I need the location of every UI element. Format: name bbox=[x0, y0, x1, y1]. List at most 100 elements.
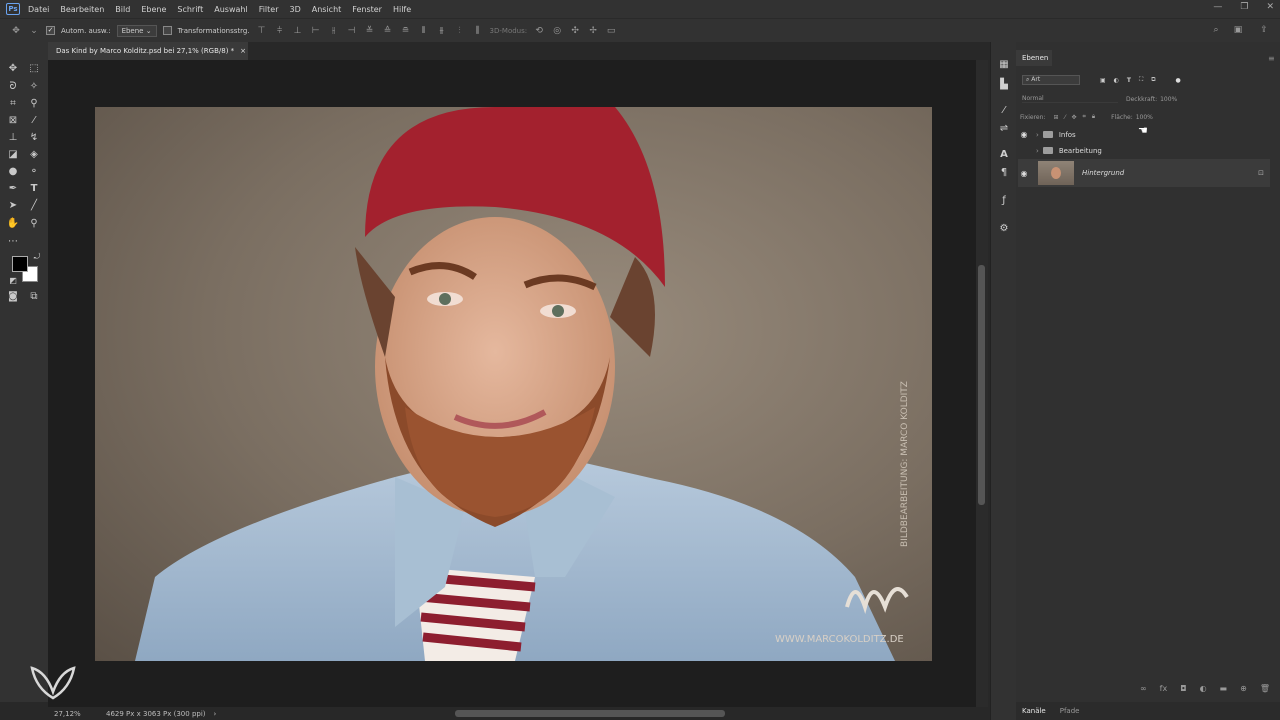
3d-roll-icon[interactable]: ◎ bbox=[551, 26, 563, 36]
menu-auswahl[interactable]: Auswahl bbox=[214, 5, 247, 14]
move-tool-icon[interactable]: ✥ bbox=[6, 62, 20, 76]
line-tool-icon[interactable]: ╱ bbox=[27, 199, 41, 213]
swap-colors-icon[interactable]: ⤾ bbox=[30, 250, 44, 264]
tab-pfade[interactable]: Pfade bbox=[1060, 707, 1080, 715]
visibility-eye-icon[interactable]: ◉ bbox=[1018, 169, 1030, 178]
filter-toggle-icon[interactable]: ● bbox=[1176, 77, 1181, 84]
align-bottom-icon[interactable]: ⊥ bbox=[292, 26, 304, 36]
more-tools-icon[interactable]: ⋯ bbox=[6, 235, 20, 249]
new-group-icon[interactable]: ▬ bbox=[1220, 684, 1228, 693]
blur-tool-icon[interactable]: ● bbox=[6, 165, 20, 179]
foreground-color-swatch[interactable] bbox=[12, 256, 28, 272]
align-left-icon[interactable]: ⊢ bbox=[310, 26, 322, 36]
close-tab-icon[interactable]: × bbox=[240, 47, 246, 55]
distribute-top-icon[interactable]: ≚ bbox=[364, 26, 376, 36]
chevron-down-icon[interactable]: ⌄ bbox=[28, 26, 40, 36]
zoom-level[interactable]: 27,12% bbox=[54, 710, 104, 718]
lock-image-icon[interactable]: ⁄ bbox=[1064, 114, 1065, 121]
move-tool-icon[interactable]: ✥ bbox=[10, 26, 22, 36]
menu-datei[interactable]: Datei bbox=[28, 5, 49, 14]
chevron-right-icon[interactable]: › bbox=[1036, 131, 1039, 139]
hand-tool-icon[interactable]: ✋ bbox=[6, 217, 20, 231]
align-right-icon[interactable]: ⊣ bbox=[346, 26, 358, 36]
filter-type-icon[interactable]: T bbox=[1127, 77, 1131, 84]
distribute-vcenter-icon[interactable]: ≙ bbox=[382, 26, 394, 36]
screen-mode-icon[interactable]: ⧉ bbox=[27, 290, 41, 304]
align-vcenter-icon[interactable]: ⫩ bbox=[274, 26, 286, 36]
adjustments-panel-icon[interactable]: ⇌ bbox=[997, 122, 1011, 136]
menu-bild[interactable]: Bild bbox=[115, 5, 130, 14]
opacity-field[interactable]: 100% bbox=[1160, 96, 1177, 103]
vertical-scroll-thumb[interactable] bbox=[978, 265, 985, 505]
auto-align-icon[interactable]: ⫼ bbox=[472, 26, 484, 36]
default-colors-icon[interactable]: ◩ bbox=[6, 274, 20, 288]
path-select-icon[interactable]: ➤ bbox=[6, 199, 20, 213]
distribute-right-icon[interactable]: ⫶ bbox=[454, 26, 466, 36]
document-tab[interactable]: Das Kind by Marco Kolditz.psd bei 27,1% … bbox=[48, 42, 248, 60]
auto-select-dropdown[interactable]: Ebene ⌄ bbox=[116, 24, 157, 37]
character-panel-icon[interactable]: A bbox=[997, 148, 1011, 162]
properties-panel-icon[interactable]: ⚙ bbox=[997, 222, 1011, 236]
layer-row-selected[interactable]: ◉ Hintergrund ⊡ bbox=[1018, 159, 1270, 187]
zoom-tool-icon[interactable]: ⚲ bbox=[27, 217, 41, 231]
styles-panel-icon[interactable]: ƒ bbox=[997, 194, 1011, 208]
marquee-tool-icon[interactable]: ⬚ bbox=[27, 62, 41, 76]
menu-filter[interactable]: Filter bbox=[259, 5, 279, 14]
filter-smart-object-icon[interactable]: ⧉ bbox=[1151, 76, 1155, 84]
history-panel-icon[interactable]: ▦ bbox=[997, 58, 1011, 72]
chevron-right-icon[interactable]: › bbox=[214, 710, 217, 718]
menu-bearbeiten[interactable]: Bearbeiten bbox=[60, 5, 104, 14]
eyedropper-icon[interactable]: ⚲ bbox=[27, 97, 41, 111]
filter-shape-icon[interactable]: ⛶ bbox=[1139, 76, 1143, 84]
auto-select-checkbox[interactable]: ✓ bbox=[46, 26, 55, 35]
lock-icon[interactable]: ⊡ bbox=[1258, 169, 1264, 177]
align-top-icon[interactable]: ⊤ bbox=[256, 26, 268, 36]
3d-pan-icon[interactable]: ✣ bbox=[569, 26, 581, 36]
histogram-panel-icon[interactable]: ▙ bbox=[997, 78, 1011, 92]
lock-artboard-icon[interactable]: ⌗ bbox=[1083, 113, 1086, 121]
3d-rotate-icon[interactable]: ⟲ bbox=[533, 26, 545, 36]
dodge-tool-icon[interactable]: ⚬ bbox=[27, 165, 41, 179]
pen-tool-icon[interactable]: ✒ bbox=[6, 182, 20, 196]
distribute-bottom-icon[interactable]: ≘ bbox=[400, 26, 412, 36]
menu-hilfe[interactable]: Hilfe bbox=[393, 5, 411, 14]
3d-slide-icon[interactable]: ✢ bbox=[587, 26, 599, 36]
bucket-tool-icon[interactable]: ◈ bbox=[27, 148, 41, 162]
layer-mask-icon[interactable]: ◘ bbox=[1180, 684, 1186, 693]
menu-schrift[interactable]: Schrift bbox=[177, 5, 203, 14]
lasso-tool-icon[interactable]: ᘐ bbox=[6, 80, 20, 94]
menu-ansicht[interactable]: Ansicht bbox=[312, 5, 342, 14]
delete-layer-icon[interactable]: 🗑︎ bbox=[1260, 684, 1270, 693]
new-layer-icon[interactable]: ⊕ bbox=[1240, 684, 1247, 693]
distribute-hcenter-icon[interactable]: ⫵ bbox=[436, 26, 448, 36]
transform-controls-checkbox[interactable] bbox=[162, 26, 172, 35]
adjustment-layer-icon[interactable]: ◐ bbox=[1200, 684, 1207, 693]
chevron-right-icon[interactable]: › bbox=[1036, 147, 1039, 155]
eraser-tool-icon[interactable]: ◪ bbox=[6, 148, 20, 162]
share-icon[interactable]: ⇪ bbox=[1258, 25, 1270, 35]
menu-3d[interactable]: 3D bbox=[290, 5, 301, 14]
crop-tool-icon[interactable]: ⌗ bbox=[6, 97, 20, 111]
tab-ebenen[interactable]: Ebenen bbox=[1016, 50, 1052, 66]
menu-ebene[interactable]: Ebene bbox=[141, 5, 166, 14]
brush-panel-icon[interactable]: ⁄ bbox=[997, 104, 1011, 118]
layer-filter-dropdown[interactable]: ⌕ Art bbox=[1022, 75, 1080, 85]
workspace-icon[interactable]: ▣ bbox=[1232, 25, 1244, 35]
magic-wand-icon[interactable]: ✧ bbox=[27, 80, 41, 94]
layer-style-icon[interactable]: fx bbox=[1160, 684, 1168, 693]
blend-mode-dropdown[interactable]: Normal bbox=[1022, 95, 1118, 103]
horizontal-scroll-thumb[interactable] bbox=[455, 710, 725, 717]
distribute-left-icon[interactable]: ⫴ bbox=[418, 26, 430, 36]
paragraph-panel-icon[interactable]: ¶ bbox=[997, 166, 1011, 180]
visibility-eye-icon[interactable]: ◉ bbox=[1018, 130, 1030, 139]
lock-all-icon[interactable]: 🔒︎ bbox=[1092, 113, 1095, 121]
document-canvas-image[interactable]: BILDBEARBEITUNG: MARCO KOLDITZ WWW.MARCO… bbox=[95, 107, 932, 661]
panel-menu-icon[interactable]: ≡ bbox=[1268, 54, 1275, 63]
tab-kanaele[interactable]: Kanäle bbox=[1022, 707, 1046, 715]
filter-pixel-icon[interactable]: ▣ bbox=[1100, 77, 1106, 84]
frame-tool-icon[interactable]: ⊠ bbox=[6, 114, 20, 128]
lock-position-icon[interactable]: ✥ bbox=[1072, 114, 1077, 121]
close-button[interactable]: ✕ bbox=[1266, 2, 1274, 12]
align-hcenter-icon[interactable]: ⫲ bbox=[328, 26, 340, 36]
menu-fenster[interactable]: Fenster bbox=[352, 5, 382, 14]
